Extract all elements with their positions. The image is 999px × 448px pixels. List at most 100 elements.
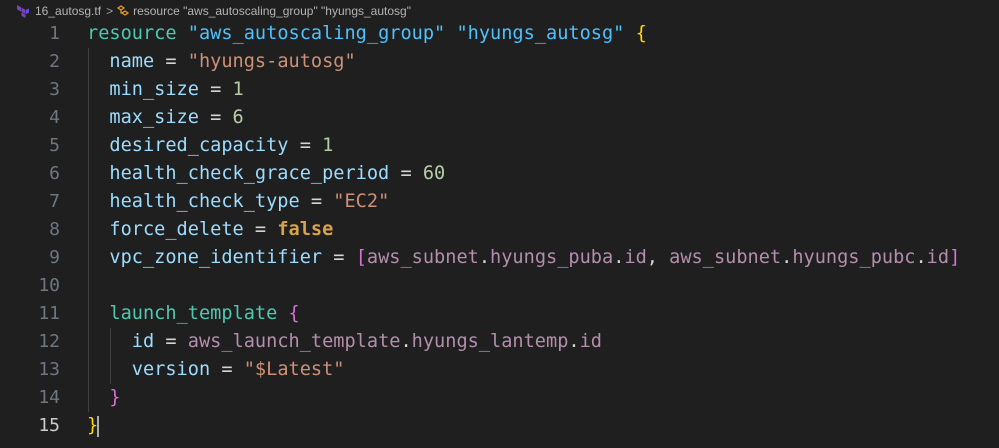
code-text[interactable]: health_check_grace_period = 60 — [87, 160, 445, 188]
code-token: "aws_autoscaling_group" — [187, 23, 446, 44]
code-token: id — [926, 247, 950, 268]
breadcrumb-symbol[interactable]: resource "aws_autoscaling_group" "hyungs… — [133, 4, 411, 18]
code-line[interactable]: 7 health_check_type = "EC2" — [0, 188, 999, 216]
code-text[interactable]: id = aws_launch_template.hyungs_lantemp.… — [87, 328, 602, 356]
code-token: . — [781, 247, 793, 268]
code-token: = — [154, 331, 188, 352]
code-text[interactable]: max_size = 6 — [87, 104, 244, 132]
code-token: = — [322, 247, 356, 268]
code-token: { — [635, 23, 647, 44]
line-number: 1 — [49, 23, 60, 44]
code-token: min_size — [87, 79, 199, 100]
code-line[interactable]: 15} — [0, 412, 999, 440]
line-number: 2 — [49, 51, 60, 72]
code-line[interactable]: 12 id = aws_launch_template.hyungs_lante… — [0, 328, 999, 356]
code-line[interactable]: 8 force_delete = false — [0, 216, 999, 244]
line-number: 6 — [49, 163, 60, 184]
code-token: "$Latest" — [243, 359, 345, 380]
code-token: resource — [87, 23, 177, 44]
code-token: 1 — [322, 135, 334, 156]
text-cursor — [97, 416, 99, 437]
code-token: hyungs_lantemp — [411, 331, 569, 352]
code-token: health_check_grace_period — [87, 163, 390, 184]
line-number: 5 — [49, 135, 60, 156]
code-line[interactable]: 13 version = "$Latest" — [0, 356, 999, 384]
code-token: 6 — [232, 107, 244, 128]
code-token: = — [198, 107, 233, 128]
line-number: 13 — [38, 359, 60, 380]
code-token: version — [87, 359, 211, 380]
code-text[interactable]: health_check_type = "EC2" — [87, 188, 389, 216]
code-token: "hyungs-autosg" — [187, 51, 356, 72]
line-number: 15 — [38, 415, 60, 436]
code-line[interactable]: 11 launch_template { — [0, 300, 999, 328]
code-token: = — [210, 359, 244, 380]
code-token: . — [478, 247, 491, 268]
code-token: . — [613, 247, 625, 268]
code-line[interactable]: 5 desired_capacity = 1 — [0, 132, 999, 160]
code-token: launch_template — [87, 303, 278, 324]
code-token: "hyungs_autosg" — [456, 23, 625, 44]
code-token: = — [154, 51, 188, 72]
code-line[interactable]: 3 min_size = 1 — [0, 76, 999, 104]
code-token: name — [87, 51, 155, 72]
line-number: 9 — [49, 247, 60, 268]
symbol-class-icon — [116, 4, 130, 18]
code-line[interactable]: 9 vpc_zone_identifier = [aws_subnet.hyun… — [0, 244, 999, 272]
code-token: . — [568, 331, 580, 352]
code-text[interactable]: resource "aws_autoscaling_group" "hyungs… — [87, 20, 647, 48]
line-number: 11 — [38, 303, 60, 324]
line-number: 3 — [49, 79, 60, 100]
line-number: 12 — [38, 331, 60, 352]
code-text[interactable]: launch_template { — [87, 300, 300, 328]
code-text[interactable]: version = "$Latest" — [87, 356, 345, 384]
code-token: id — [579, 331, 602, 352]
code-token: "EC2" — [333, 191, 390, 212]
code-token: hyungs_puba — [490, 247, 614, 268]
code-token: ] — [949, 247, 961, 268]
code-line[interactable]: 14 } — [0, 384, 999, 412]
code-token: hyungs_pubc — [792, 247, 916, 268]
code-text[interactable]: name = "hyungs-autosg" — [87, 48, 356, 76]
breadcrumb-file[interactable]: 16_autosg.tf — [35, 4, 101, 18]
line-number: 10 — [38, 275, 60, 296]
code-token: 60 — [422, 163, 446, 184]
code-area[interactable]: 1 resource "aws_autoscaling_group" "hyung… — [0, 20, 999, 440]
code-text[interactable]: vpc_zone_identifier = [aws_subnet.hyungs… — [87, 244, 960, 272]
code-line[interactable]: 1 resource "aws_autoscaling_group" "hyung… — [0, 20, 999, 48]
code-line[interactable]: 10 — [0, 272, 999, 300]
code-line[interactable]: 4 max_size = 6 — [0, 104, 999, 132]
code-token: aws_launch_template — [187, 331, 401, 352]
code-text[interactable]: } — [87, 384, 120, 412]
code-text[interactable]: force_delete = false — [87, 216, 333, 244]
code-token: , — [646, 247, 670, 268]
terraform-icon — [16, 4, 30, 18]
breadcrumb-separator: > — [106, 4, 114, 18]
code-editor[interactable]: 16_autosg.tf > resource "aws_autoscaling… — [0, 0, 999, 448]
code-token: aws_subnet — [669, 247, 782, 268]
code-text[interactable]: min_size = 1 — [87, 76, 243, 104]
code-token: = — [299, 191, 334, 212]
code-token: . — [400, 331, 412, 352]
code-token: health_check_type — [87, 191, 300, 212]
code-token: max_size — [87, 107, 199, 128]
code-token: id — [624, 247, 647, 268]
code-token: { — [288, 303, 300, 324]
code-line[interactable]: 2 name = "hyungs-autosg" — [0, 48, 999, 76]
code-line[interactable]: 6 health_check_grace_period = 60 — [0, 160, 999, 188]
code-text[interactable]: desired_capacity = 1 — [87, 132, 333, 160]
code-token: id — [87, 331, 155, 352]
code-token: . — [915, 247, 927, 268]
line-number: 8 — [49, 219, 60, 240]
code-token: vpc_zone_identifier — [87, 247, 323, 268]
code-token: [ — [355, 247, 367, 268]
line-number: 7 — [49, 191, 60, 212]
code-token: desired_capacity — [87, 135, 289, 156]
breadcrumb: 16_autosg.tf > resource "aws_autoscaling… — [0, 0, 999, 22]
code-token: false — [277, 219, 334, 240]
